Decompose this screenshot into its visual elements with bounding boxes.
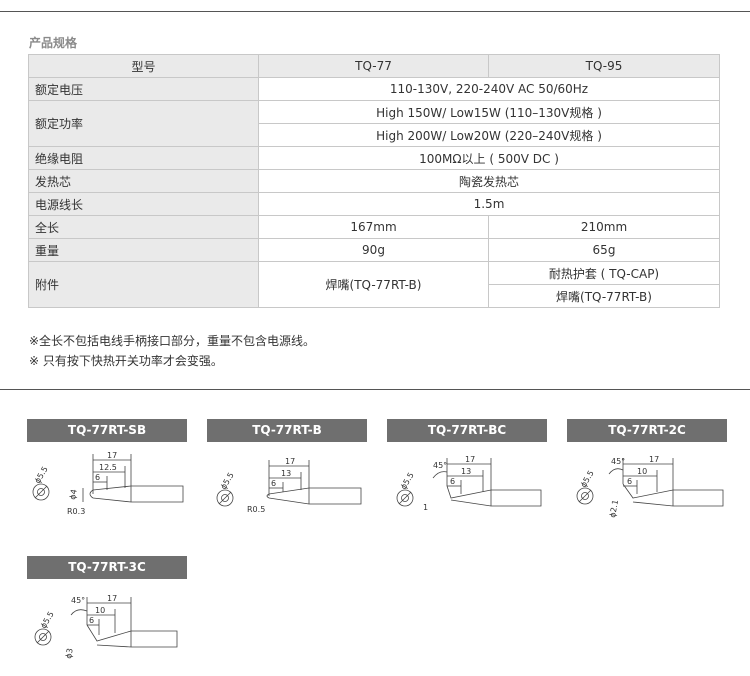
dim-label: ϕ4 xyxy=(68,489,79,501)
tip-name-bar: TQ-77RT-SB xyxy=(27,419,187,442)
dim-label: 6 xyxy=(95,473,100,482)
table-row: 发热芯 陶瓷发热芯 xyxy=(28,169,720,193)
dim-label: 6 xyxy=(627,477,632,486)
row-label-cord: 电源线长 xyxy=(28,192,259,216)
dim-label: 12.5 xyxy=(99,463,117,472)
tip-card: TQ-77RT-SB 17 12.5 6 ϕ5.5 ϕ4 R0.3 xyxy=(27,419,187,520)
weight-b: 65g xyxy=(488,238,720,262)
row-label-heater: 发热芯 xyxy=(28,169,259,193)
dim-label: 17 xyxy=(107,451,117,460)
header-model-b: TQ-95 xyxy=(488,54,720,78)
tip-diagram: 17 13 6 45° ϕ5.5 1 xyxy=(396,455,542,512)
top-divider xyxy=(0,11,750,12)
tip-card: TQ-77RT-2C 17 10 6 45° ϕ5.5 ϕ2.1 xyxy=(567,419,727,520)
heater-value: 陶瓷发热芯 xyxy=(258,169,720,193)
dim-label: ϕ5.5 xyxy=(399,471,416,491)
accessory-b2: 焊嘴(TQ-77RT-B) xyxy=(488,284,720,308)
dim-label: 6 xyxy=(450,477,455,486)
dim-label: 45° xyxy=(71,596,85,605)
voltage-value: 110-130V, 220-240V AC 50/60Hz xyxy=(258,77,720,101)
row-label-accessories: 附件 xyxy=(28,261,259,308)
table-row: 重量 90g 65g xyxy=(28,238,720,262)
accessory-b1: 耐热护套 ( TQ-CAP) xyxy=(488,261,720,285)
dim-label: R0.3 xyxy=(67,507,85,516)
dim-label: ϕ5.5 xyxy=(39,610,56,630)
dim-label: ϕ5.5 xyxy=(219,471,236,491)
dim-label: 1 xyxy=(423,503,428,512)
table-row: 电源线长 1.5m xyxy=(28,192,720,216)
note-1: ※全长不包括电线手柄接口部分，重量不包含电源线。 xyxy=(29,334,316,348)
tip-diagram: 17 10 6 45° ϕ5.5 ϕ2.1 xyxy=(576,455,724,518)
tip-card: TQ-77RT-B 17 13 6 ϕ5.5 R0.5 xyxy=(207,419,367,520)
table-row: 全长 167mm 210mm xyxy=(28,215,720,239)
dim-label: 45° xyxy=(433,461,447,470)
tip-name-bar: TQ-77RT-B xyxy=(207,419,367,442)
power-value-1: High 150W/ Low15W (110–130V规格 ) xyxy=(258,100,720,124)
dim-label: 13 xyxy=(281,469,291,478)
spec-table: 型号 TQ-77 TQ-95 额定电压 110-130V, 220-240V A… xyxy=(28,54,720,308)
notes: ※全长不包括电线手柄接口部分，重量不包含电源线。 ※ 只有按下快热开关功率才会变… xyxy=(29,331,315,371)
row-label-insulation: 绝缘电阻 xyxy=(28,146,259,170)
tip-diagram: 17 10 6 45° ϕ5.5 ϕ3 xyxy=(34,594,178,660)
length-a: 167mm xyxy=(258,215,489,239)
accessory-a: 焊嘴(TQ-77RT-B) xyxy=(258,261,489,308)
tip-name-bar: TQ-77RT-BC xyxy=(387,419,547,442)
dim-label: 17 xyxy=(649,455,659,464)
table-header-row: 型号 TQ-77 TQ-95 xyxy=(28,54,720,78)
table-row: 额定功率 High 150W/ Low15W (110–130V规格 ) xyxy=(28,100,720,147)
table-row: 附件 焊嘴(TQ-77RT-B) 耐热护套 ( TQ-CAP) xyxy=(28,261,720,308)
note-2: ※ 只有按下快热开关功率才会变强。 xyxy=(29,354,223,368)
dim-label: 10 xyxy=(637,467,647,476)
dim-label: 45° xyxy=(611,457,625,466)
middle-divider xyxy=(0,389,750,390)
tip-card: TQ-77RT-3C 17 10 6 45° ϕ5.5 ϕ3 xyxy=(27,556,187,667)
header-model-a: TQ-77 xyxy=(258,54,489,78)
dim-label: 6 xyxy=(89,616,94,625)
dim-label: ϕ2.1 xyxy=(608,499,620,518)
tip-diagram: 17 13 6 ϕ5.5 R0.5 xyxy=(216,457,362,514)
header-model-label: 型号 xyxy=(28,54,259,78)
tip-diagram: 17 12.5 6 ϕ5.5 ϕ4 R0.3 xyxy=(32,451,184,516)
row-label-voltage: 额定电压 xyxy=(28,77,259,101)
row-label-power: 额定功率 xyxy=(28,100,259,147)
dim-label: 17 xyxy=(107,594,117,603)
section-title: 产品规格 xyxy=(29,36,78,50)
dim-label: ϕ5.5 xyxy=(579,469,596,489)
dim-label: 6 xyxy=(271,479,276,488)
table-row: 额定电压 110-130V, 220-240V AC 50/60Hz xyxy=(28,77,720,101)
weight-a: 90g xyxy=(258,238,489,262)
dim-label: R0.5 xyxy=(247,505,265,514)
dim-label: 17 xyxy=(465,455,475,464)
row-label-length: 全长 xyxy=(28,215,259,239)
cord-value: 1.5m xyxy=(258,192,720,216)
dim-label: 13 xyxy=(461,467,471,476)
dim-label: ϕ5.5 xyxy=(33,465,50,485)
row-label-weight: 重量 xyxy=(28,238,259,262)
tip-name-bar: TQ-77RT-2C xyxy=(567,419,727,442)
tip-name-bar: TQ-77RT-3C xyxy=(27,556,187,579)
dim-label: 10 xyxy=(95,606,105,615)
tip-card: TQ-77RT-BC 17 13 6 45° ϕ5.5 1 xyxy=(387,419,547,520)
table-row: 绝缘电阻 100MΩ以上 ( 500V DC ) xyxy=(28,146,720,170)
insulation-value: 100MΩ以上 ( 500V DC ) xyxy=(258,146,720,170)
length-b: 210mm xyxy=(488,215,720,239)
dim-label: 17 xyxy=(285,457,295,466)
dim-label: ϕ3 xyxy=(64,648,75,660)
power-value-2: High 200W/ Low20W (220–240V规格 ) xyxy=(258,123,720,147)
